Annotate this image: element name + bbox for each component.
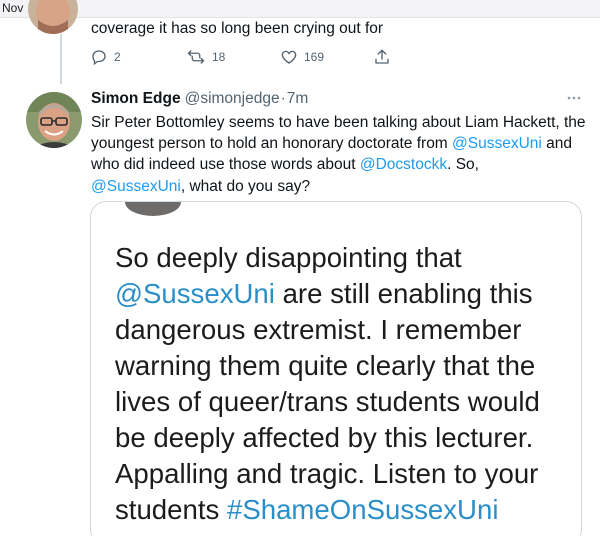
tweet-text: Sir Peter Bottomley seems to have been t…	[91, 112, 586, 197]
mention-link[interactable]: @Docstockk	[360, 156, 447, 173]
tweet-text-part: , what do you say?	[180, 177, 311, 195]
time-separator: ·	[280, 90, 286, 107]
media-text-part: are still enabling this dangerous extrem…	[115, 278, 540, 525]
like-button[interactable]: 169	[280, 48, 324, 66]
thread-line	[60, 34, 62, 84]
retweet-icon	[186, 48, 206, 66]
previous-tweet-actions: 2 18 169	[90, 48, 400, 68]
retweet-count: 18	[212, 50, 226, 64]
mention-link[interactable]: @SussexUni	[452, 135, 542, 152]
share-icon	[373, 48, 391, 66]
author-handle[interactable]: @simonjedge	[185, 90, 280, 107]
previous-tweet-avatar[interactable]	[28, 0, 78, 34]
media-mention: @SussexUni	[115, 278, 275, 309]
like-count: 169	[304, 50, 325, 64]
author-avatar[interactable]	[26, 92, 82, 148]
media-text-part: So deeply disappointing that	[115, 242, 462, 273]
share-button[interactable]	[373, 48, 391, 66]
like-icon	[280, 48, 298, 66]
more-icon[interactable]	[566, 91, 582, 105]
tweet-time[interactable]: 7m	[287, 90, 309, 107]
media-image[interactable]: So deeply disappointing that @SussexUni …	[90, 201, 582, 536]
retweet-button[interactable]: 18	[186, 48, 225, 66]
media-image-fragment	[125, 202, 181, 216]
previous-tweet-text: coverage it has so long been crying out …	[91, 20, 384, 37]
top-bar: Nov	[0, 0, 600, 18]
mention-link[interactable]: @SussexUni	[91, 178, 181, 195]
author-name[interactable]: Simon Edge	[91, 90, 181, 107]
reply-icon	[90, 48, 108, 66]
top-bar-label: Nov	[2, 1, 24, 15]
reply-count: 2	[114, 50, 121, 64]
tweet-header: Simon Edge @simonjedge·7m	[91, 90, 308, 108]
reply-button[interactable]: 2	[90, 48, 121, 66]
tweet-text-part: . So,	[447, 156, 479, 174]
media-image-text: So deeply disappointing that @SussexUni …	[115, 240, 565, 528]
media-hashtag: #ShameOnSussexUni	[226, 494, 499, 525]
